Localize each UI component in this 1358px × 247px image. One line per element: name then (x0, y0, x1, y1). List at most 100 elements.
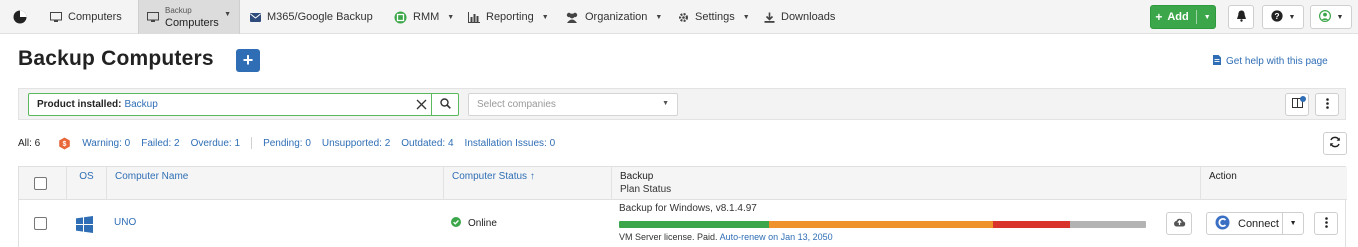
plan-bar-segment-warning (769, 221, 994, 228)
column-settings-button[interactable] (1285, 93, 1309, 116)
svg-text:$: $ (63, 141, 67, 148)
connect-dropdown-caret-icon[interactable]: ▼ (1283, 220, 1303, 227)
envelope-icon (250, 12, 261, 22)
logo-pie-icon[interactable] (0, 0, 40, 34)
download-icon (764, 12, 775, 23)
plan-bar-segment-failed (993, 221, 1070, 228)
plan-status-bar[interactable] (619, 221, 1146, 228)
count-pending[interactable]: Pending: 0 (263, 138, 311, 149)
nav-backup-computers[interactable]: Backup Computers ▼ (138, 0, 240, 34)
cloud-upload-button[interactable] (1166, 212, 1192, 235)
bell-icon (1236, 10, 1247, 25)
select-all-cell (19, 167, 66, 200)
auto-renew-link[interactable]: Auto-renew on Jan 13, 2050 (720, 232, 833, 242)
column-computer-name[interactable]: Computer Name (106, 167, 443, 200)
document-icon (1213, 55, 1221, 68)
count-overdue[interactable]: Overdue: 1 (191, 138, 240, 149)
add-computer-button[interactable]: + (236, 49, 260, 72)
refresh-icon (1329, 136, 1341, 151)
caret-down-icon: ▼ (655, 13, 663, 21)
count-all[interactable]: All: 6 (18, 138, 40, 149)
nav-reporting[interactable]: Reporting ▼ (468, 0, 549, 34)
count-warning[interactable]: Warning: 0 (82, 138, 130, 149)
column-action: Action (1200, 167, 1347, 200)
nav-settings-label: Settings (695, 11, 735, 23)
help-menu-button[interactable]: ? ▼ (1262, 5, 1304, 29)
monitor-icon (50, 11, 62, 23)
nav-m365-label: M365/Google Backup (267, 11, 373, 23)
column-os[interactable]: OS (66, 167, 106, 200)
column-backup-label: Backup (620, 171, 654, 182)
bar-chart-icon (468, 11, 480, 23)
status-counts: All: 6 $ Warning: 0 Failed: 2 Overdue: 1… (18, 136, 566, 150)
count-failed[interactable]: Failed: 2 (141, 138, 179, 149)
online-check-icon (451, 217, 461, 230)
plus-icon: + (1155, 10, 1163, 24)
nav-downloads-label: Downloads (781, 11, 836, 23)
filter-input[interactable]: Product installed: Backup (28, 93, 432, 116)
connect-main[interactable]: Connect (1207, 213, 1284, 234)
search-icon (439, 97, 451, 112)
connect-button[interactable]: Connect ▼ (1206, 212, 1304, 235)
caret-down-icon: ▼ (1288, 13, 1296, 21)
computer-status: Online (451, 217, 497, 230)
monitor-icon (147, 11, 159, 23)
nav-rmm[interactable]: RMM ▼ (394, 0, 454, 34)
plus-icon: + (242, 50, 254, 70)
gear-icon (678, 12, 689, 23)
notifications-button[interactable] (1228, 5, 1254, 29)
nav-m365-google-backup[interactable]: M365/Google Backup (250, 0, 373, 34)
caret-down-icon: ▼ (541, 13, 549, 21)
caret-down-icon: ▼ (662, 100, 669, 107)
top-navigation: Computers Backup Computers ▼ M365/Google… (0, 0, 1358, 34)
connect-label: Connect (1238, 217, 1279, 230)
row-checkbox[interactable] (34, 217, 47, 230)
nav-downloads[interactable]: Downloads (764, 0, 835, 34)
nav-organization-label: Organization (585, 11, 648, 23)
rmm-icon (394, 11, 407, 24)
filter-more-button[interactable] (1315, 93, 1339, 116)
nav-rmm-label: RMM (413, 11, 440, 23)
question-icon: ? (1270, 9, 1283, 25)
nav-computers[interactable]: Computers (50, 0, 122, 34)
user-avatar-icon (1318, 9, 1331, 25)
select-all-checkbox[interactable] (34, 177, 47, 190)
plan-bar-segment-none (1069, 221, 1146, 228)
help-link-label: Get help with this page (1226, 56, 1328, 67)
windows-icon (76, 216, 93, 236)
users-icon (565, 12, 579, 23)
page-title: Backup Computers (18, 47, 214, 70)
warning-shield-icon: $ (58, 137, 71, 150)
add-button[interactable]: + Add ▼ (1150, 5, 1216, 29)
table-header: OS Computer Name Computer Status ↑ Backu… (19, 167, 1347, 200)
help-link[interactable]: Get help with this page (1213, 55, 1328, 68)
caret-down-icon: ▼ (742, 13, 750, 21)
filter-value: Backup (124, 99, 158, 110)
nav-organization[interactable]: Organization ▼ (565, 0, 662, 34)
search-button[interactable] (431, 93, 459, 116)
company-select[interactable]: Select companies ▼ (468, 93, 678, 116)
filter-key: Product installed: (37, 99, 122, 110)
column-computer-status[interactable]: Computer Status ↑ (443, 167, 611, 200)
nav-backup-label: Computers (165, 17, 219, 29)
caret-down-icon: ▼ (447, 13, 455, 21)
count-unsupported[interactable]: Unsupported: 2 (322, 138, 390, 149)
caret-down-icon: ▼ (1203, 13, 1211, 21)
kebab-menu-icon (1324, 216, 1328, 231)
column-plan-status-label: Plan Status (620, 184, 672, 195)
kebab-menu-icon (1325, 97, 1329, 112)
refresh-button[interactable] (1323, 132, 1347, 155)
filter-bar: Product installed: Backup Select compani… (18, 88, 1346, 120)
user-menu-button[interactable]: ▼ (1310, 5, 1352, 29)
computer-name-link[interactable]: UNO (114, 217, 136, 228)
count-outdated[interactable]: Outdated: 4 (401, 138, 453, 149)
nav-settings[interactable]: Settings ▼ (678, 0, 750, 34)
clear-filter-icon[interactable] (411, 97, 431, 112)
svg-text:?: ? (1274, 11, 1279, 21)
row-more-button[interactable] (1314, 212, 1338, 235)
count-installation-issues[interactable]: Installation Issues: 0 (465, 138, 556, 149)
plan-license-info: VM Server license. Paid. Auto-renew on J… (619, 232, 833, 242)
plan-bar-segment-success (619, 221, 770, 228)
plan-title: Backup for Windows, v8.1.4.97 (619, 203, 757, 214)
column-backup: Backup Plan Status (611, 167, 1200, 200)
